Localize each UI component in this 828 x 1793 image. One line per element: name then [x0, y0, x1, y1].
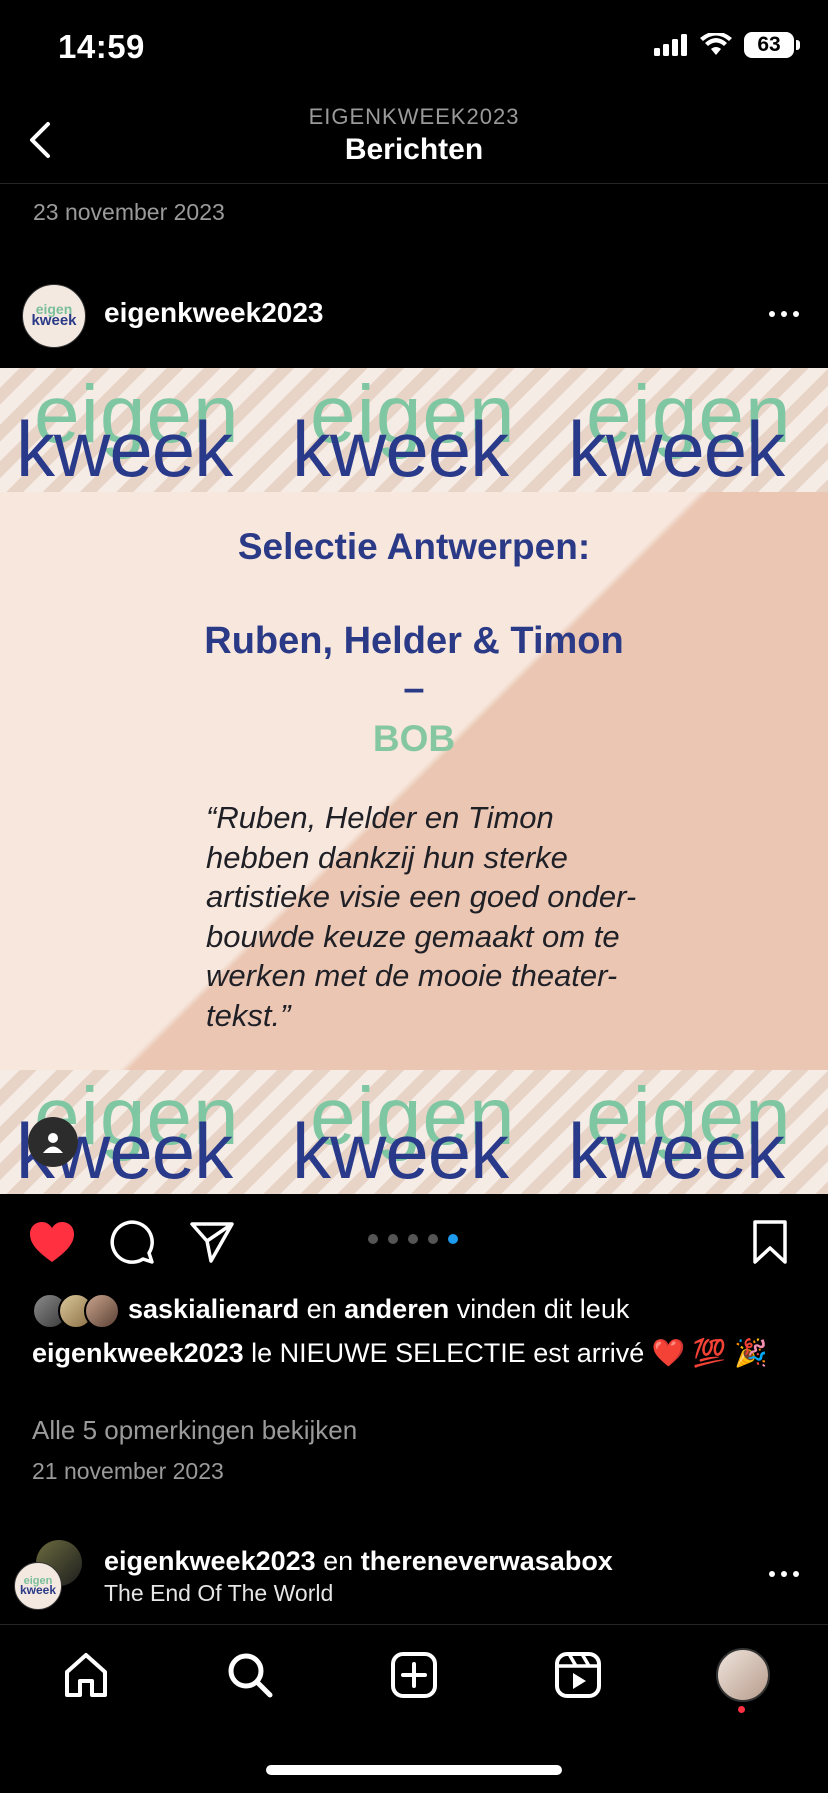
tab-home[interactable] [56, 1645, 116, 1705]
carousel-dot [368, 1234, 378, 1244]
liker-avatar [84, 1293, 120, 1329]
heart-icon [30, 1222, 74, 1262]
home-indicator[interactable] [266, 1765, 562, 1775]
status-icons: 63 [654, 32, 800, 58]
view-comments-link[interactable]: Alle 5 opmerkingen bekijken [32, 1415, 357, 1446]
search-icon [228, 1653, 273, 1698]
header-subtitle: EIGENKWEEK2023 [308, 104, 520, 129]
carousel-indicator [368, 1234, 458, 1244]
status-time: 14:59 [58, 28, 145, 65]
selection-heading: Selectie Antwerpen: [237, 526, 591, 567]
logo-band-bottom: eigen kweek eigen kweek eigen kweek [0, 1070, 828, 1194]
logo: eigen kweek [276, 1070, 552, 1194]
quote-line: hebben dankzij hun sterke [206, 839, 568, 875]
logo-kweek: kweek [16, 405, 233, 492]
reels-icon [555, 1652, 601, 1698]
likes-suffix: vinden dit leuk [449, 1294, 630, 1324]
notification-dot [738, 1706, 745, 1713]
share-button[interactable] [184, 1214, 240, 1270]
next-post-user1[interactable]: eigenkweek2023 [104, 1546, 316, 1576]
likes-connector: en [299, 1294, 345, 1324]
logo: eigen kweek [552, 1070, 828, 1194]
bookmark-icon [753, 1220, 787, 1264]
avatar-text-kweek: kweek [31, 312, 77, 329]
logo-band-top: eigen kweek eigen kweek eigen kweek [0, 368, 828, 492]
next-post-audio[interactable]: The End Of The World [104, 1580, 333, 1607]
header-divider [0, 183, 828, 184]
post-date: 21 november 2023 [32, 1458, 224, 1484]
selection-names: Ruben, Helder & Timon [204, 620, 624, 662]
tab-search[interactable] [220, 1645, 280, 1705]
home-icon [65, 1653, 107, 1697]
date-label: 23 november 2023 [33, 199, 225, 225]
post-image[interactable]: eigen kweek eigen kweek eigen kweek Sele… [0, 368, 828, 1194]
likes-summary[interactable]: saskialienard en anderen vinden dit leuk [128, 1294, 629, 1325]
liker-username[interactable]: saskialienard [128, 1294, 299, 1324]
tab-create[interactable] [384, 1645, 444, 1705]
logo-kweek: kweek [568, 405, 785, 492]
logo-kweek: kweek [292, 405, 509, 492]
tab-reels[interactable] [548, 1645, 608, 1705]
quote-line: artistieke visie een goed onder- [206, 879, 637, 914]
avatar-text-kweek: kweek [19, 1582, 57, 1597]
plus-square-icon [391, 1652, 437, 1698]
logo: eigen kweek [0, 368, 276, 492]
carousel-dot-active [448, 1234, 458, 1244]
selection-dash: – [403, 668, 425, 710]
carousel-dot [388, 1234, 398, 1244]
battery-icon: 63 [744, 32, 800, 58]
tab-profile-avatar[interactable] [716, 1648, 770, 1702]
caption-username[interactable]: eigenkweek2023 [32, 1338, 244, 1368]
next-post-user2[interactable]: thereneverwasabox [361, 1546, 613, 1576]
caption-text: le NIEUWE SELECTIE est arrivé ❤️ 💯 🎉 [243, 1338, 768, 1368]
comment-button[interactable] [104, 1214, 160, 1270]
signal-icon [654, 34, 687, 56]
logo: eigen kweek [276, 368, 552, 492]
logo: eigen kweek [552, 368, 828, 492]
page-title: Berichten [344, 133, 484, 166]
next-post-authors[interactable]: eigenkweek2023 en thereneverwasabox [104, 1546, 613, 1577]
carousel-dot [428, 1234, 438, 1244]
carousel-dot [408, 1234, 418, 1244]
quote-line: bouwde keuze gemaakt om te [206, 918, 620, 954]
person-icon [43, 1133, 63, 1153]
post-avatar[interactable]: eigen kweek [22, 284, 86, 348]
production-title: BOB [372, 718, 456, 759]
more-options-icon[interactable] [764, 1564, 804, 1584]
tagged-people-button[interactable] [28, 1117, 78, 1167]
like-button[interactable] [24, 1214, 80, 1270]
quote-line: tekst.” [206, 997, 291, 1033]
quote-line: werken met de mooie theater- [206, 958, 618, 993]
logo-kweek: kweek [292, 1107, 509, 1194]
post-username[interactable]: eigenkweek2023 [104, 297, 324, 329]
jury-quote: “Ruben, Helder en Timon hebben dankzij h… [206, 798, 726, 1035]
send-icon [190, 1222, 234, 1263]
save-button[interactable] [742, 1214, 798, 1270]
next-post-connector: en [315, 1546, 361, 1576]
wifi-icon [700, 33, 732, 55]
logo-kweek: kweek [568, 1107, 785, 1194]
likes-others-link[interactable]: anderen [344, 1294, 449, 1324]
quote-line: “Ruben, Helder en Timon [206, 800, 554, 835]
more-options-icon[interactable] [764, 304, 804, 324]
comment-icon [110, 1220, 154, 1264]
post-caption: eigenkweek2023 le NIEUWE SELECTIE est ar… [32, 1333, 792, 1373]
liker-avatars[interactable] [32, 1293, 120, 1329]
next-post-avatar[interactable]: eigen kweek [14, 1562, 62, 1610]
